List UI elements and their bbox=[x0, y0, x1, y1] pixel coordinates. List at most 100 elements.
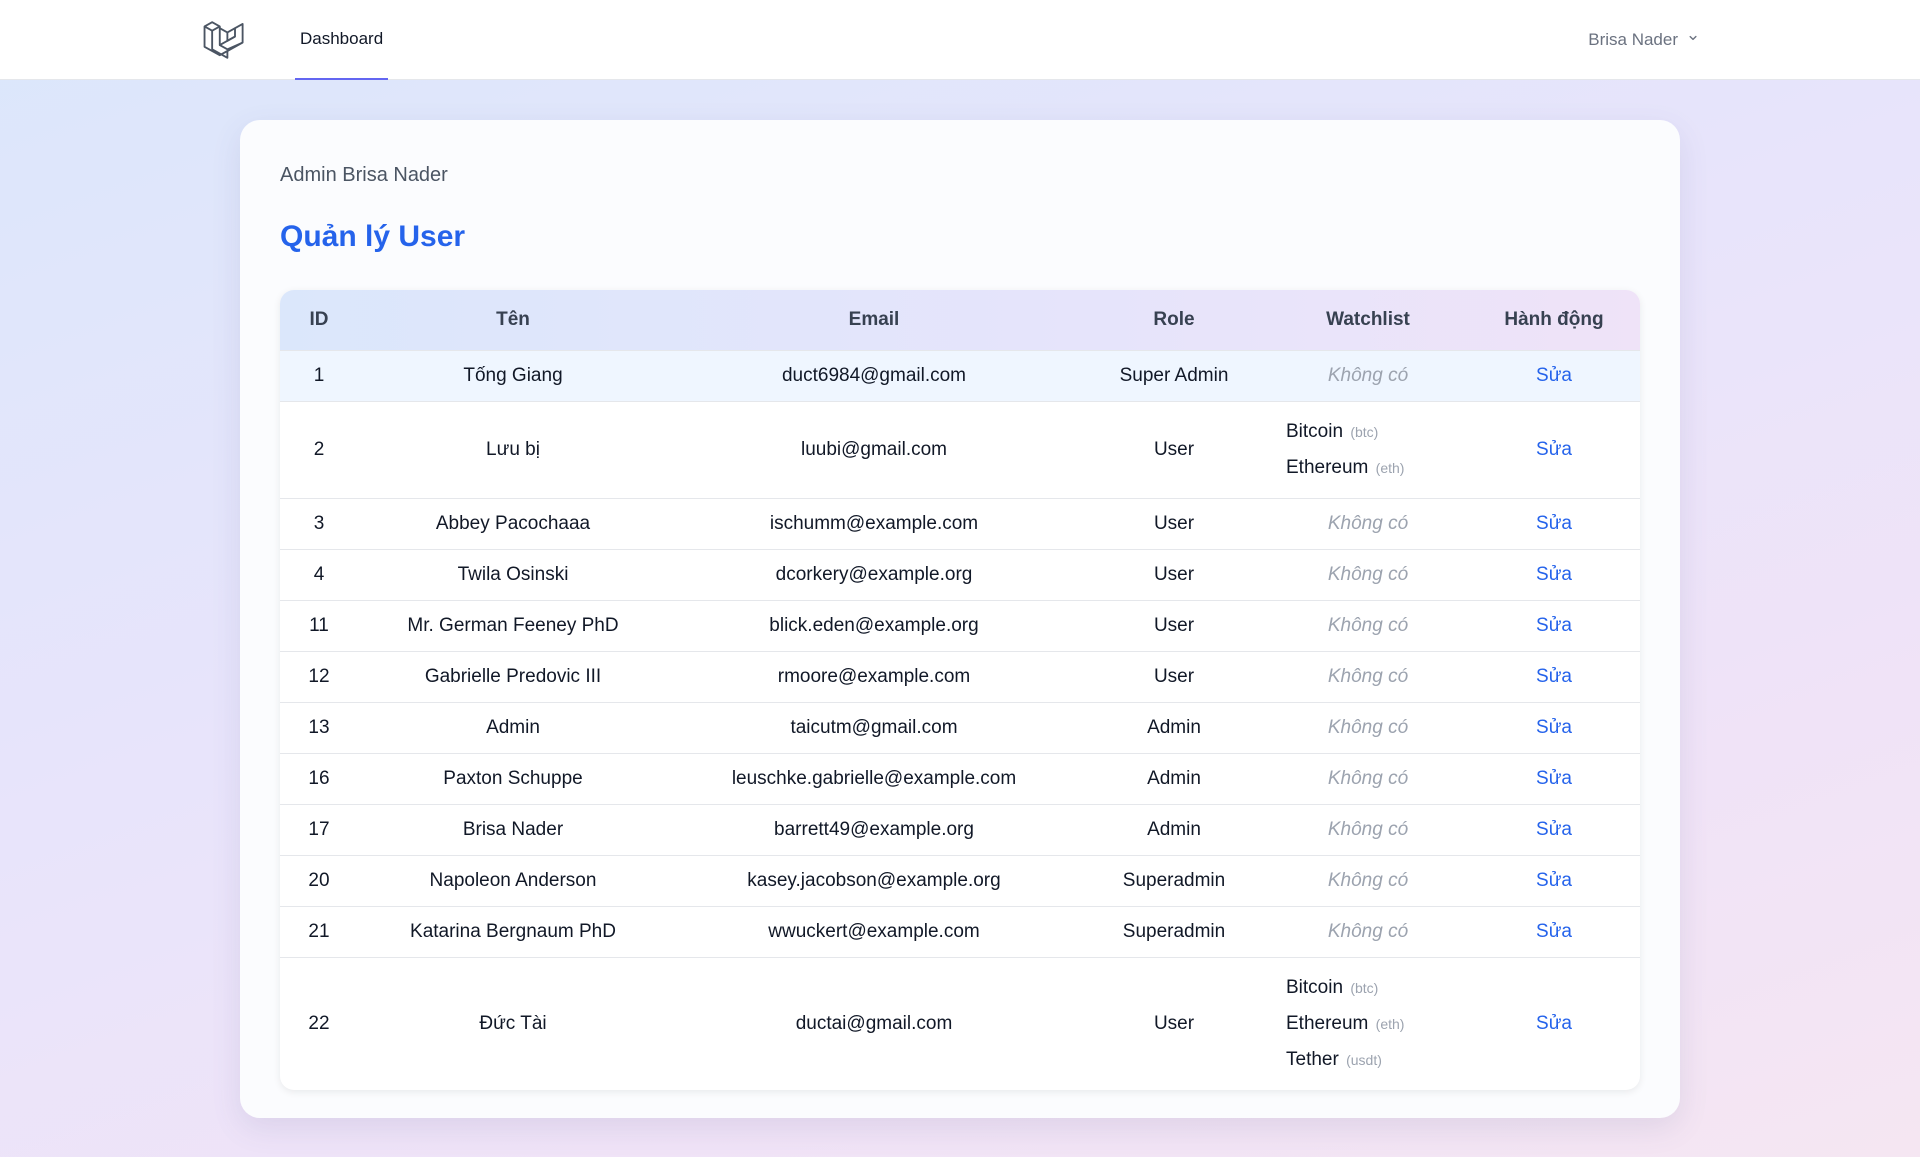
cell-email: leuschke.gabrielle@example.com bbox=[668, 752, 1080, 804]
main-card: Admin Brisa Nader Quản lý User ID Tên Em… bbox=[240, 120, 1680, 1118]
edit-user-link[interactable]: Sửa bbox=[1536, 768, 1572, 789]
watchlist-coin: Ethereum (eth) bbox=[1286, 1006, 1468, 1042]
cell-id: 21 bbox=[280, 905, 358, 957]
edit-user-link[interactable]: Sửa bbox=[1536, 666, 1572, 687]
laravel-logo-icon[interactable] bbox=[202, 18, 246, 62]
cell-id: 1 bbox=[280, 349, 358, 401]
user-name: Brisa Nader bbox=[1588, 30, 1678, 49]
coin-symbol: (eth) bbox=[1375, 459, 1405, 476]
table-row: 16 Paxton Schuppe leuschke.gabrielle@examp… bbox=[280, 752, 1640, 804]
nav-dashboard-link[interactable]: Dashboard bbox=[295, 0, 389, 80]
admin-label: Admin Brisa Nader bbox=[280, 164, 448, 186]
cell-watchlist-empty: Không có bbox=[1268, 803, 1468, 855]
cell-role: User bbox=[1080, 548, 1268, 600]
coin-symbol: (eth) bbox=[1375, 1015, 1405, 1032]
cell-id: 22 bbox=[280, 956, 358, 1090]
cell-id: 20 bbox=[280, 854, 358, 906]
cell-action: Sửa bbox=[1468, 650, 1640, 702]
edit-user-link[interactable]: Sửa bbox=[1536, 870, 1572, 891]
cell-role: User bbox=[1080, 599, 1268, 651]
cell-id: 17 bbox=[280, 803, 358, 855]
table-row: 13 Admin taicutm@gmail.com Admin Không có Sửa bbox=[280, 701, 1640, 753]
cell-email: dcorkery@example.org bbox=[668, 548, 1080, 600]
cell-watchlist-empty: Không có bbox=[1268, 599, 1468, 651]
edit-user-link[interactable]: Sửa bbox=[1536, 615, 1572, 636]
header-name: Tên bbox=[496, 308, 530, 330]
cell-name: Twila Osinski bbox=[358, 548, 668, 600]
coin-symbol: (btc) bbox=[1350, 423, 1379, 440]
edit-user-link[interactable]: Sửa bbox=[1536, 1013, 1572, 1034]
top-navigation: Dashboard Brisa Nader bbox=[0, 0, 1920, 80]
edit-user-link[interactable]: Sửa bbox=[1536, 439, 1572, 460]
cell-role: User bbox=[1080, 956, 1268, 1090]
table-row: 11 Mr. German Feeney PhD blick.eden@exampl… bbox=[280, 599, 1640, 651]
watchlist-coin: Ethereum (eth) bbox=[1286, 450, 1468, 486]
users-table: ID Tên Email Role Watchlist Hành động 1T… bbox=[280, 290, 1640, 1090]
cell-role: User bbox=[1080, 650, 1268, 702]
table-row: 22 Đức Tài ductai@gmail.com User Bitcoin (bt… bbox=[280, 956, 1640, 1090]
cell-action: Sửa bbox=[1468, 803, 1640, 855]
users-table-container: ID Tên Email Role Watchlist Hành động 1T… bbox=[280, 290, 1640, 1090]
cell-watchlist: Bitcoin (btc) Ethereum (eth) Tether (usdt) bbox=[1268, 956, 1468, 1090]
cell-name: Napoleon Anderson bbox=[358, 854, 668, 906]
user-menu-dropdown[interactable]: Brisa Nader bbox=[1588, 0, 1700, 80]
cell-action: Sửa bbox=[1468, 497, 1640, 549]
cell-email: ischumm@example.com bbox=[668, 497, 1080, 549]
cell-role: Superadmin bbox=[1080, 854, 1268, 906]
cell-id: 3 bbox=[280, 497, 358, 549]
cell-watchlist-empty: Không có bbox=[1268, 701, 1468, 753]
watchlist-coin: Bitcoin (btc) bbox=[1286, 414, 1468, 450]
cell-email: kasey.jacobson@example.org bbox=[668, 854, 1080, 906]
cell-watchlist-empty: Không có bbox=[1268, 548, 1468, 600]
cell-role: User bbox=[1080, 497, 1268, 549]
cell-action: Sửa bbox=[1468, 854, 1640, 906]
cell-id: 4 bbox=[280, 548, 358, 600]
cell-role: Admin bbox=[1080, 701, 1268, 753]
table-body: 1 Tống Giang duct6984@gmail.com Super Admin… bbox=[280, 349, 1640, 1090]
cell-name: Brisa Nader bbox=[358, 803, 668, 855]
chevron-down-icon bbox=[1686, 30, 1700, 50]
table-row: 17 Brisa Nader barrett49@example.org Admin K… bbox=[280, 803, 1640, 855]
cell-action: Sửa bbox=[1468, 400, 1640, 498]
edit-user-link[interactable]: Sửa bbox=[1536, 564, 1572, 585]
cell-name: Katarina Bergnaum PhD bbox=[358, 905, 668, 957]
cell-id: 12 bbox=[280, 650, 358, 702]
header-email: Email bbox=[848, 308, 900, 330]
edit-user-link[interactable]: Sửa bbox=[1536, 921, 1572, 942]
cell-action: Sửa bbox=[1468, 599, 1640, 651]
cell-name: Admin bbox=[358, 701, 668, 753]
edit-user-link[interactable]: Sửa bbox=[1536, 365, 1572, 386]
edit-user-link[interactable]: Sửa bbox=[1536, 513, 1572, 534]
table-row: 3 Abbey Pacochaaa ischumm@example.com User K… bbox=[280, 497, 1640, 549]
cell-email: blick.eden@example.org bbox=[668, 599, 1080, 651]
cell-id: 11 bbox=[280, 599, 358, 651]
coin-name: Bitcoin bbox=[1286, 976, 1344, 998]
header-action: Hành động bbox=[1504, 308, 1604, 330]
cell-watchlist-empty: Không có bbox=[1268, 497, 1468, 549]
table-row: 1 Tống Giang duct6984@gmail.com Super Admin… bbox=[280, 349, 1640, 401]
cell-name: Paxton Schuppe bbox=[358, 752, 668, 804]
cell-email: barrett49@example.org bbox=[668, 803, 1080, 855]
table-row: 21 Katarina Bergnaum PhD wwuckert@example.… bbox=[280, 905, 1640, 957]
coin-name: Ethereum bbox=[1286, 1012, 1369, 1034]
coin-symbol: (btc) bbox=[1350, 979, 1379, 996]
header-watchlist: Watchlist bbox=[1326, 308, 1410, 330]
cell-role: Superadmin bbox=[1080, 905, 1268, 957]
cell-role: Admin bbox=[1080, 803, 1268, 855]
coin-name: Tether bbox=[1286, 1048, 1339, 1070]
cell-role: Super Admin bbox=[1080, 349, 1268, 401]
watchlist-coin: Bitcoin (btc) bbox=[1286, 970, 1468, 1006]
cell-watchlist-empty: Không có bbox=[1268, 752, 1468, 804]
cell-email: duct6984@gmail.com bbox=[668, 349, 1080, 401]
cell-name: Lưu bị bbox=[358, 400, 668, 498]
table-header-row: ID Tên Email Role Watchlist Hành động bbox=[280, 290, 1640, 350]
cell-name: Đức Tài bbox=[358, 956, 668, 1090]
cell-email: ductai@gmail.com bbox=[668, 956, 1080, 1090]
edit-user-link[interactable]: Sửa bbox=[1536, 819, 1572, 840]
cell-watchlist: Bitcoin (btc) Ethereum (eth) bbox=[1268, 400, 1468, 498]
header-id: ID bbox=[309, 308, 329, 330]
cell-email: wwuckert@example.com bbox=[668, 905, 1080, 957]
cell-role: Admin bbox=[1080, 752, 1268, 804]
edit-user-link[interactable]: Sửa bbox=[1536, 717, 1572, 738]
coin-name: Ethereum bbox=[1286, 456, 1369, 478]
